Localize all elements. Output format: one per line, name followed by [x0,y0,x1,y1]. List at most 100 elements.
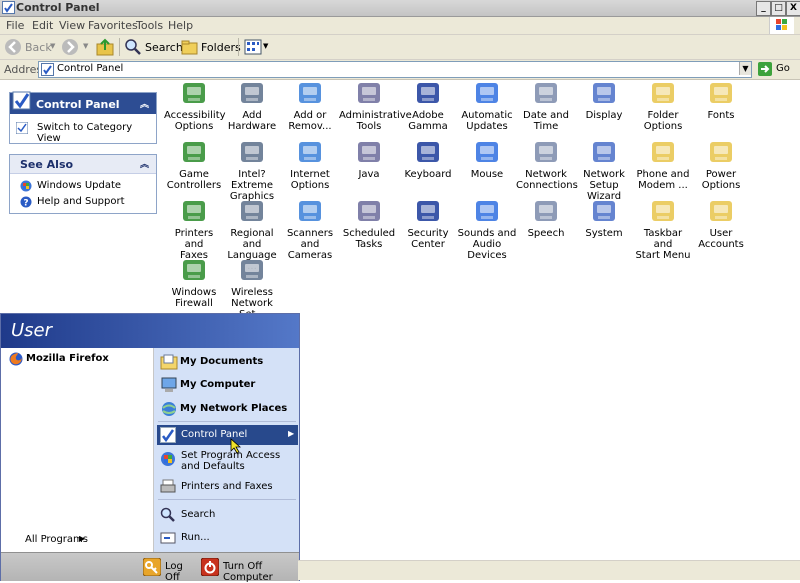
control-panel-icon [41,63,54,76]
icon-label-line2: Tasks [355,239,383,250]
menu-file[interactable]: File [6,19,24,32]
windows-firewall-icon [179,257,209,285]
minimize-button[interactable]: _ [756,1,771,16]
folders-icon[interactable] [181,38,199,56]
menu-separator [158,499,296,500]
forward-dropdown-icon[interactable]: ▼ [83,42,88,50]
intel-graphics-item[interactable]: Intel? Extreme Graphics [222,139,282,202]
go-label: Go [776,63,790,74]
switch-category-view-link[interactable]: Switch to Category View [37,122,156,144]
icon-label-line2: Updates [466,121,508,132]
windows-firewall-item[interactable]: Windows Firewall [164,257,224,309]
back-dropdown-icon[interactable]: ▼ [50,42,55,50]
search-item[interactable]: Search [158,506,298,524]
icon-label-line2: Modem ... [638,180,688,191]
maximize-button[interactable]: □ [771,1,786,16]
menu-favorites[interactable]: Favorites [88,19,138,32]
go-arrow-icon [758,62,772,76]
go-button[interactable]: Go [756,61,796,77]
collapse-chevron-icon[interactable]: ︽ [140,97,149,110]
add-hardware-item[interactable]: Add Hardware [222,80,282,132]
keyboard-item[interactable]: Keyboard [398,139,458,180]
printers-faxes-item[interactable]: Printers and Faxes [164,198,224,261]
address-input[interactable]: Control Panel ▼ [38,61,752,78]
my-computer-label: My Computer [180,379,256,390]
help-support-link[interactable]: Help and Support [37,196,125,207]
speech-item[interactable]: Speech [516,198,576,239]
control-panel-item[interactable]: Control Panel ▶ [157,425,298,445]
search-icon[interactable] [124,38,142,56]
menu-help[interactable]: Help [168,19,193,32]
fonts-item[interactable]: Fonts [691,80,751,121]
icon-label-line1: Wireless [231,287,273,298]
icon-label-line2: Start Menu [635,250,691,261]
user-accounts-icon [706,198,736,226]
see-also-header[interactable]: See Also ︽ [10,155,156,174]
my-network-places-item[interactable]: My Network Places [158,400,298,418]
folder-options-item[interactable]: Folder Options [633,80,693,132]
add-remove-programs-item[interactable]: Add or Remov... [280,80,340,132]
phone-modem-item[interactable]: Phone and Modem ... [633,139,693,191]
views-dropdown-icon[interactable]: ▼ [263,42,268,50]
run-item[interactable]: Run... [158,529,298,547]
power-options-item[interactable]: Power Options [691,139,751,191]
toolbar-separator [238,38,239,56]
display-icon [589,80,619,108]
folders-button[interactable]: Folders [201,41,241,54]
system-icon [589,198,619,226]
adobe-gamma-item[interactable]: Adobe Gamma [398,80,458,132]
views-icon[interactable] [244,38,262,56]
user-accounts-item[interactable]: User Accounts [691,198,751,250]
menu-view[interactable]: View [59,19,85,32]
start-menu-footer: Log Off Turn Off Computer [1,552,299,583]
address-dropdown-button[interactable]: ▼ [739,62,751,75]
back-button[interactable]: Back [25,41,52,54]
game-controllers-item[interactable]: Game Controllers [164,139,224,191]
printers-faxes-item[interactable]: Printers and Faxes [158,478,298,496]
display-item[interactable]: Display [574,80,634,121]
date-time-item[interactable]: Date and Time [516,80,576,132]
collapse-chevron-icon[interactable]: ︽ [140,157,149,170]
turn-off-button[interactable]: Turn Off Computer [200,557,297,583]
administrative-tools-item[interactable]: Administrative Tools [339,80,412,132]
menu-edit[interactable]: Edit [32,19,53,32]
mouse-item[interactable]: Mouse [457,139,517,180]
intel-graphics-icon [237,139,267,167]
scheduled-tasks-item[interactable]: Scheduled Tasks [339,198,399,250]
windows-update-link[interactable]: Windows Update [37,180,121,191]
scanners-cameras-item[interactable]: Scanners and Cameras [280,198,340,261]
search-button[interactable]: Search [145,41,183,54]
network-setup-wizard-item[interactable]: Network Setup Wizard [574,139,634,202]
back-arrow-icon[interactable] [3,38,23,56]
security-center-icon [413,198,443,226]
java-item[interactable]: Java [339,139,399,180]
forward-arrow-icon[interactable] [60,38,80,56]
menu-tools[interactable]: Tools [136,19,163,32]
help-icon: ? [20,196,32,211]
accessibility-item[interactable]: Accessibility Options [164,80,226,132]
power-icon [200,557,220,579]
automatic-updates-item[interactable]: Automatic Updates [457,80,517,132]
security-center-item[interactable]: Security Center [398,198,458,250]
firefox-item[interactable]: Mozilla Firefox [9,352,159,366]
icon-label-line1: Sounds and [457,228,517,239]
close-button[interactable]: X [786,1,800,16]
my-documents-item[interactable]: My Documents [158,353,298,371]
address-bar: Address Control Panel ▼ Go [0,60,800,80]
network-connections-item[interactable]: Network Connections [516,139,578,191]
internet-options-item[interactable]: Internet Options [280,139,340,191]
up-folder-icon[interactable] [96,38,114,56]
icon-label-line1: Display [585,110,623,121]
power-options-icon [706,139,736,167]
sounds-audio-item[interactable]: Sounds and Audio Devices [457,198,517,261]
system-item[interactable]: System [574,198,634,239]
log-off-button[interactable]: Log Off [142,557,199,583]
my-computer-item[interactable]: My Computer [158,376,298,394]
window-title: Control Panel [16,1,100,14]
icon-label-line1: Automatic [461,110,513,121]
wireless-network-setup-item[interactable]: WirelessNetwork Set... [222,257,282,320]
control-panel-taskbox-header[interactable]: Control Panel ︽ [10,91,156,114]
set-program-access-item[interactable]: Set Program Access and Defaults [158,449,298,475]
taskbar-start-menu-item[interactable]: Taskbar and Start Menu [633,198,693,261]
all-programs-button[interactable]: All Programs ▶ [15,534,145,548]
